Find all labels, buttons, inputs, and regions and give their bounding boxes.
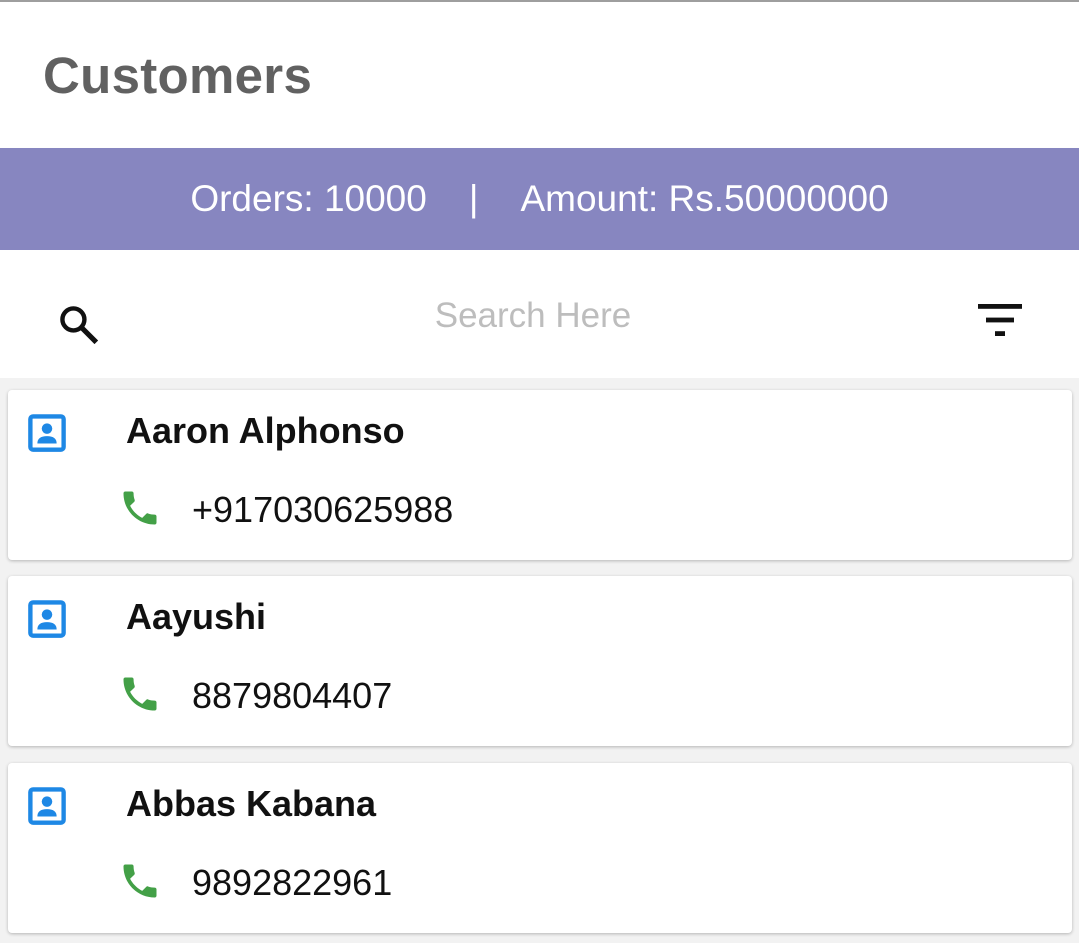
customer-phone: 8879804407: [192, 675, 393, 716]
customer-name: Abbas Kabana: [126, 783, 377, 824]
stats-bar: Orders: 10000 | Amount: Rs.50000000: [0, 148, 1079, 250]
contact-icon: [28, 600, 66, 638]
contact-icon: [28, 787, 66, 825]
customer-list: Aaron Alphonso +917030625988 Aayushi 887…: [0, 378, 1079, 943]
search-icon[interactable]: [56, 302, 100, 346]
customer-card[interactable]: Abbas Kabana 9892822961: [8, 763, 1072, 933]
phone-icon: [123, 677, 157, 711]
customer-phone: 9892822961: [192, 862, 393, 903]
page-title: Customers: [43, 47, 313, 104]
phone-icon: [123, 864, 157, 898]
customer-card[interactable]: Aaron Alphonso +917030625988: [8, 390, 1072, 560]
amount-total: Amount: Rs.50000000: [520, 178, 889, 219]
search-input[interactable]: [200, 290, 866, 342]
phone-icon: [123, 491, 157, 525]
customer-name: Aayushi: [126, 596, 267, 637]
orders-count: Orders: 10000: [190, 178, 427, 219]
app-header: Customers: [0, 2, 1079, 148]
customer-card[interactable]: Aayushi 8879804407: [8, 576, 1072, 746]
stats-separator: |: [468, 178, 479, 219]
filter-icon[interactable]: [976, 300, 1024, 340]
customer-phone: +917030625988: [192, 489, 454, 530]
customer-name: Aaron Alphonso: [126, 410, 405, 451]
contact-icon: [28, 414, 66, 452]
